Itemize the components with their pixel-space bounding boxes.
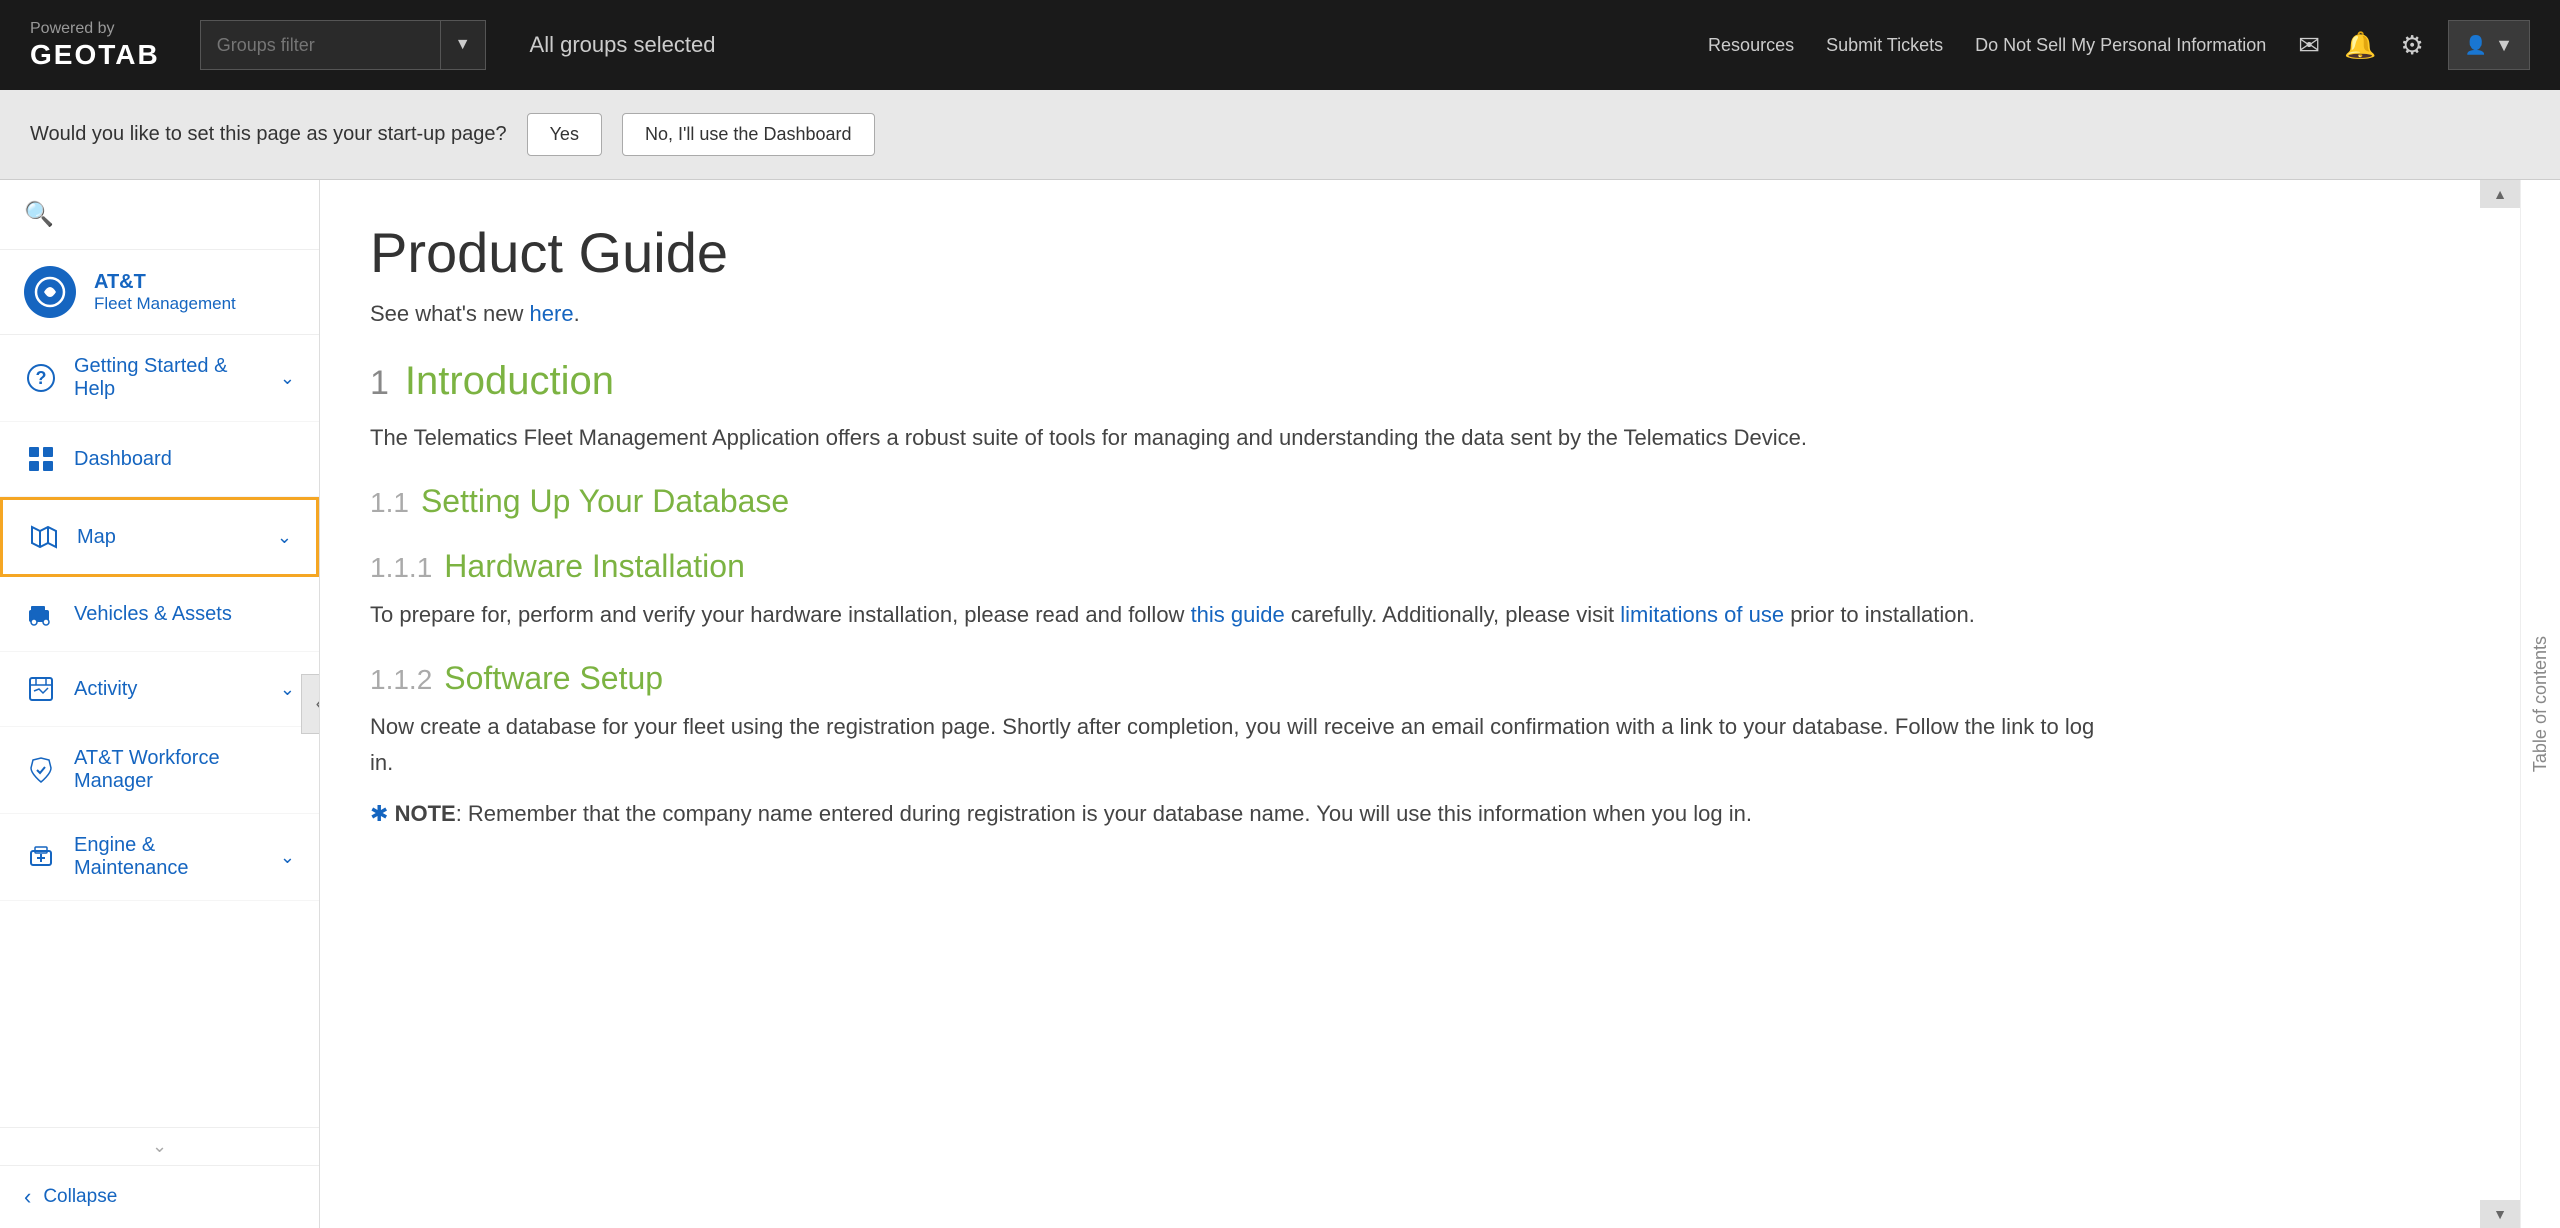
main-layout: 🔍 AT&T Fleet Management ? Gettin [0,180,2560,1228]
note-bold-text: NOTE [395,801,456,826]
logo-powered-text: Powered by [30,19,115,38]
activity-chevron-icon: ⌄ [280,679,295,700]
section-1-1-1-heading: 1.1.1 Hardware Installation [370,548,2120,585]
groups-filter-container: ▼ [200,20,486,70]
sidebar-item-dashboard[interactable]: Dashboard [0,422,319,497]
bell-icon[interactable]: 🔔 [2344,30,2376,61]
do-not-sell-link[interactable]: Do Not Sell My Personal Information [1975,35,2266,56]
section-1-heading: 1 Introduction [370,359,2120,404]
limitations-of-use-link[interactable]: limitations of use [1620,602,1784,627]
content-area: ▲ Product Guide See what's new here. 1 I… [320,180,2560,1228]
map-icon [27,520,61,554]
sidebar-resize-handle[interactable]: ‹ [301,674,320,734]
this-guide-link[interactable]: this guide [1191,602,1285,627]
brand-icon [24,266,76,318]
scroll-down-icon: ▼ [2493,1206,2507,1222]
sidebar-item-label-workforce: AT&T Workforce Manager [74,747,295,793]
sidebar-item-label-activity: Activity [74,678,264,701]
user-dropdown[interactable]: 👤 ▼ [2448,20,2530,70]
sidebar-scroll-down-icon: ⌄ [152,1136,167,1157]
workforce-icon [24,753,58,787]
sidebar-item-label-dashboard: Dashboard [74,448,295,471]
sidebar-item-att-workforce[interactable]: AT&T Workforce Manager [0,727,319,814]
brand-text-area: AT&T Fleet Management [94,271,236,314]
sidebar-item-map[interactable]: Map ⌄ [0,497,319,577]
top-bar: Powered by GEOTAB ▼ All groups selected … [0,0,2560,90]
collapse-label: Collapse [43,1186,117,1208]
collapse-button[interactable]: ‹ Collapse [0,1165,319,1228]
section-1-1-1-title: Hardware Installation [444,548,745,585]
nav-items-list: ? Getting Started & Help ⌄ Dashboard [0,335,319,1127]
sidebar-item-label-vehicles: Vehicles & Assets [74,603,295,626]
scroll-up-icon: ▲ [2493,186,2507,202]
section-1-1-1-number: 1.1.1 [370,552,432,584]
yes-button[interactable]: Yes [527,113,602,156]
note-star-icon: ✱ [370,801,388,826]
logo-geotab-text: GEOTAB [30,39,160,71]
svg-text:?: ? [36,368,47,388]
groups-filter-input[interactable] [200,20,440,70]
content-inner: Product Guide See what's new here. 1 Int… [320,180,2220,871]
sidebar-item-activity[interactable]: Activity ⌄ [0,652,319,727]
section-1-1-2-heading: 1.1.2 Software Setup [370,660,2120,697]
activity-icon [24,672,58,706]
see-whats-new-text: See what's new here. [370,301,2120,327]
getting-started-chevron-icon: ⌄ [280,368,295,389]
sidebar-search-area: 🔍 [0,180,319,250]
engine-icon [24,840,58,874]
user-dropdown-arrow: ▼ [2495,35,2513,56]
all-groups-selected-label: All groups selected [530,32,716,58]
no-dashboard-button[interactable]: No, I'll use the Dashboard [622,113,875,156]
user-icon: 👤 [2465,35,2487,56]
table-of-contents-panel[interactable]: Table of contents [2520,180,2560,1228]
second-bar: Would you like to set this page as your … [0,90,2560,180]
section-1-title: Introduction [405,359,614,404]
mail-icon[interactable]: ✉ [2298,30,2320,61]
search-icon[interactable]: 🔍 [24,201,54,228]
submit-tickets-link[interactable]: Submit Tickets [1826,35,1943,56]
sidebar-item-label-engine: Engine & Maintenance [74,834,264,880]
section-1-1-title: Setting Up Your Database [421,483,789,520]
logo-area: Powered by GEOTAB [30,19,160,70]
section-1-1-heading: 1.1 Setting Up Your Database [370,483,2120,520]
brand-subtitle: Fleet Management [94,294,236,314]
resources-link[interactable]: Resources [1708,35,1794,56]
top-icons: ✉ 🔔 ⚙ 👤 ▼ [2298,20,2530,70]
toc-label: Table of contents [2530,636,2551,772]
sidebar-item-engine[interactable]: Engine & Maintenance ⌄ [0,814,319,901]
brand-name: AT&T [94,271,236,294]
section-1-1-number: 1.1 [370,487,409,519]
top-bar-left: Powered by GEOTAB ▼ All groups selected [30,19,715,70]
dashboard-icon [24,442,58,476]
collapse-arrow-icon: ‹ [24,1184,31,1210]
note-text: ✱ NOTE: Remember that the company name e… [370,796,2120,831]
startup-question-text: Would you like to set this page as your … [30,123,507,146]
here-link[interactable]: here [530,301,574,326]
sidebar-item-vehicles[interactable]: Vehicles & Assets [0,577,319,652]
top-bar-right: Resources Submit Tickets Do Not Sell My … [1708,20,2530,70]
section-1-body: The Telematics Fleet Management Applicat… [370,420,2120,455]
engine-chevron-icon: ⌄ [280,847,295,868]
scroll-arrow-up[interactable]: ▲ [2480,180,2520,208]
section-1-1-2-number: 1.1.2 [370,664,432,696]
section-1-number: 1 [370,364,389,403]
product-guide-title: Product Guide [370,220,2120,285]
map-chevron-icon: ⌄ [277,527,292,548]
section-1-1-2-body: Now create a database for your fleet usi… [370,709,2120,779]
sidebar: 🔍 AT&T Fleet Management ? Gettin [0,180,320,1228]
section-1-1-1-body: To prepare for, perform and verify your … [370,597,2120,632]
sidebar-item-label-map: Map [77,526,261,549]
sidebar-item-label-getting-started: Getting Started & Help [74,355,264,401]
groups-filter-dropdown-btn[interactable]: ▼ [440,20,486,70]
section-1-1-2-title: Software Setup [444,660,663,697]
getting-started-icon: ? [24,361,58,395]
scroll-arrow-down[interactable]: ▼ [2480,1200,2520,1228]
sidebar-brand: AT&T Fleet Management [0,250,319,335]
gear-icon[interactable]: ⚙ [2400,30,2423,61]
sidebar-item-getting-started[interactable]: ? Getting Started & Help ⌄ [0,335,319,422]
vehicles-icon [24,597,58,631]
